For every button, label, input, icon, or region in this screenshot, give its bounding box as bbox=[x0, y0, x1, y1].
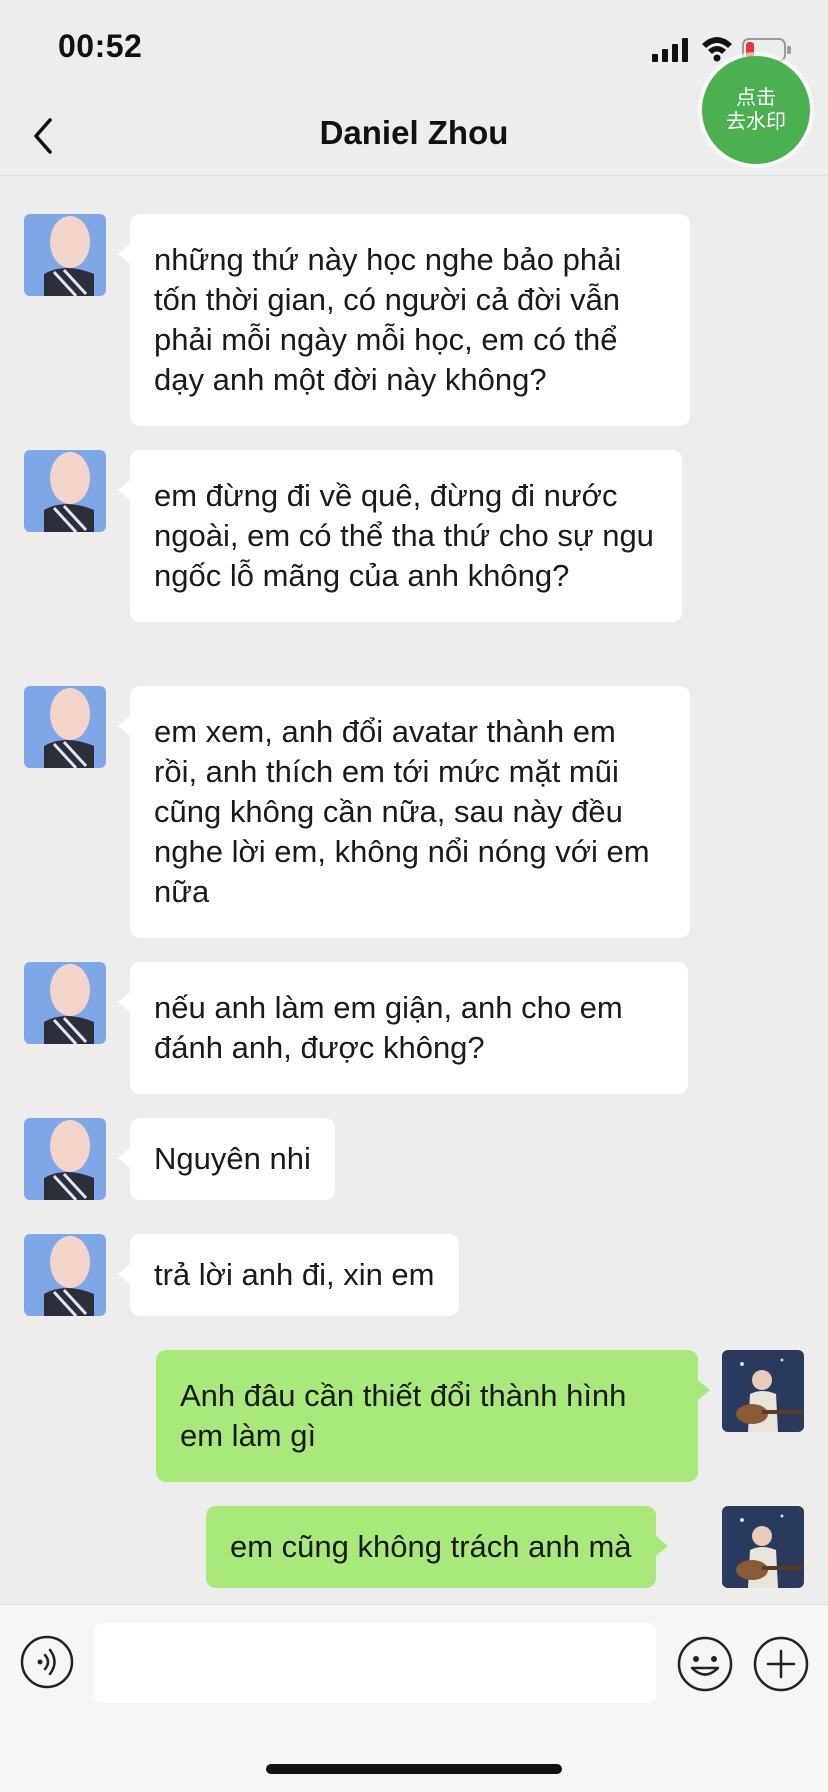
contact-avatar[interactable] bbox=[24, 214, 106, 296]
emoji-icon[interactable] bbox=[676, 1635, 734, 1693]
contact-avatar[interactable] bbox=[24, 962, 106, 1044]
message-bubble-incoming: trả lời anh đi, xin em bbox=[118, 1234, 459, 1316]
home-indicator bbox=[266, 1764, 562, 1774]
my-avatar[interactable] bbox=[722, 1506, 804, 1588]
message-bubble-outgoing: Anh đâu cần thiết đổi thành hình em làm … bbox=[156, 1350, 710, 1482]
message-bubble-incoming: em xem, anh đổi avatar thành em rồi, anh… bbox=[118, 686, 690, 938]
contact-avatar[interactable] bbox=[24, 686, 106, 768]
contact-avatar[interactable] bbox=[24, 1118, 106, 1200]
chat-title: Daniel Zhou bbox=[319, 114, 509, 151]
status-bar: 00:52 bbox=[0, 0, 828, 100]
message-bubble-outgoing: em cũng không trách anh mà bbox=[206, 1506, 668, 1588]
message-bubble-incoming: những thứ này học nghe bảo phải tốn thời… bbox=[118, 214, 690, 426]
message-bubble-incoming: nếu anh làm em giận, anh cho em đánh anh… bbox=[118, 962, 688, 1094]
status-time: 00:52 bbox=[58, 28, 143, 64]
contact-avatar[interactable] bbox=[24, 450, 106, 532]
voice-icon[interactable] bbox=[20, 1635, 74, 1689]
contact-avatar[interactable] bbox=[24, 1234, 106, 1316]
message-bubble-incoming: Nguyên nhi bbox=[118, 1118, 335, 1200]
plus-icon[interactable] bbox=[752, 1635, 810, 1693]
signal-icon bbox=[652, 38, 688, 62]
my-avatar[interactable] bbox=[722, 1350, 804, 1432]
nav-bar: Daniel Zhou bbox=[0, 100, 828, 176]
message-input[interactable] bbox=[94, 1623, 656, 1703]
wifi-icon bbox=[702, 37, 732, 62]
message-bubble-incoming: em đừng đi về quê, đừng đi nước ngoài, e… bbox=[118, 450, 682, 622]
